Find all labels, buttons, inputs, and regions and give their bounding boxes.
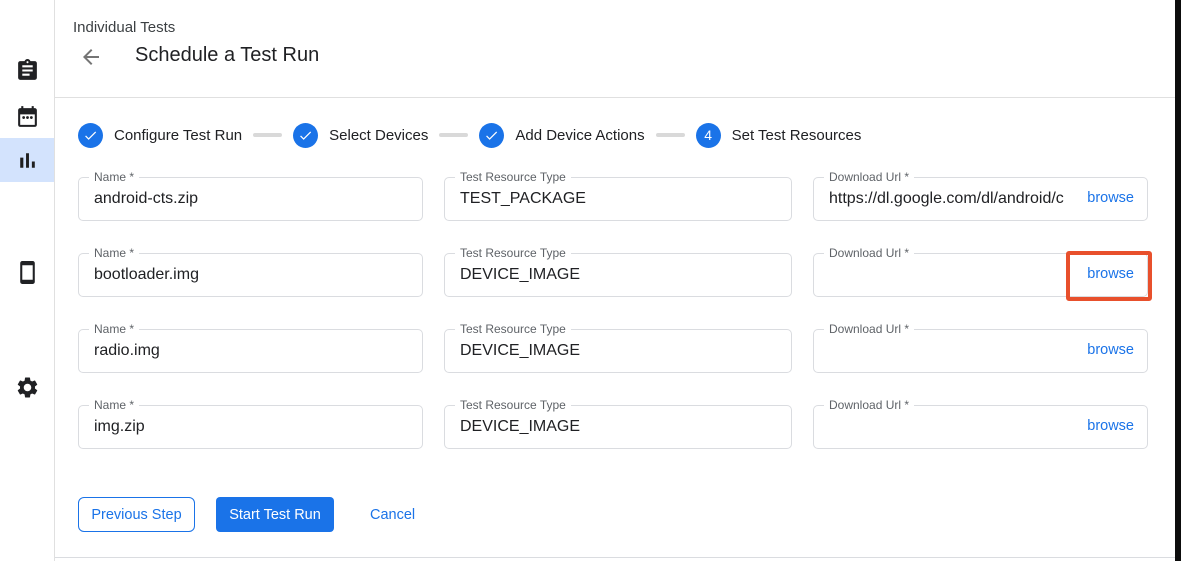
smartphone-icon (15, 260, 40, 285)
field-value: DEVICE_IMAGE (460, 406, 580, 447)
step-set-test-resources[interactable]: 4 Set Test Resources (696, 123, 862, 148)
header-divider (55, 97, 1181, 98)
step-label: Select Devices (329, 127, 428, 144)
field-value: DEVICE_IMAGE (460, 254, 580, 295)
browse-link[interactable]: browse (1087, 330, 1134, 371)
field-value: TEST_PACKAGE (460, 178, 586, 219)
download-url-field[interactable]: Download Url * https://dl.google.com/dl/… (813, 177, 1148, 221)
name-field[interactable]: Name * img.zip (78, 405, 423, 449)
cancel-button[interactable]: Cancel (370, 497, 415, 532)
sidebar-item-devices[interactable] (0, 250, 54, 294)
content-bottom-divider (55, 557, 1181, 558)
step-connector (253, 133, 282, 137)
step-connector (439, 133, 468, 137)
test-resource-type-field[interactable]: Test Resource Type DEVICE_IMAGE (444, 253, 792, 297)
step-add-device-actions[interactable]: Add Device Actions (479, 123, 644, 148)
field-label: Download Url * (824, 398, 914, 413)
step-label: Add Device Actions (515, 127, 644, 144)
field-label: Download Url * (824, 246, 914, 261)
step-complete-check-icon (293, 123, 318, 148)
sidebar-item-tests[interactable] (0, 48, 54, 92)
sidebar (0, 0, 55, 561)
field-value: DEVICE_IMAGE (460, 330, 580, 371)
test-resource-type-field[interactable]: Test Resource Type DEVICE_IMAGE (444, 405, 792, 449)
download-url-field[interactable]: Download Url * browse (813, 253, 1148, 297)
field-value: radio.img (94, 330, 160, 371)
step-label: Configure Test Run (114, 127, 242, 144)
field-value: https://dl.google.com/dl/android/c (829, 178, 1064, 219)
browse-link[interactable]: browse (1087, 406, 1134, 447)
test-resources-form: Name * android-cts.zip Test Resource Typ… (78, 177, 1148, 449)
field-label: Download Url * (824, 322, 914, 337)
field-value: img.zip (94, 406, 145, 447)
sidebar-item-settings[interactable] (0, 365, 54, 409)
test-resource-type-field[interactable]: Test Resource Type TEST_PACKAGE (444, 177, 792, 221)
sidebar-item-test-plans[interactable] (0, 94, 54, 138)
previous-step-button[interactable]: Previous Step (78, 497, 195, 532)
step-complete-check-icon (78, 123, 103, 148)
page-title: Schedule a Test Run (135, 44, 319, 67)
name-field[interactable]: Name * bootloader.img (78, 253, 423, 297)
bar-chart-icon (15, 148, 40, 173)
start-test-run-button[interactable]: Start Test Run (216, 497, 334, 532)
browse-link[interactable]: browse (1087, 178, 1134, 219)
step-number-badge: 4 (696, 123, 721, 148)
sidebar-item-test-runs[interactable] (0, 138, 54, 182)
field-value: android-cts.zip (94, 178, 198, 219)
calendar-icon (15, 104, 40, 129)
step-label: Set Test Resources (732, 127, 862, 144)
field-value: bootloader.img (94, 254, 199, 295)
action-bar: Previous Step Start Test Run Cancel (78, 497, 415, 532)
clipboard-icon (15, 58, 40, 83)
name-field[interactable]: Name * radio.img (78, 329, 423, 373)
step-connector (656, 133, 685, 137)
step-configure-test-run[interactable]: Configure Test Run (78, 123, 242, 148)
gear-icon (15, 375, 40, 400)
test-resource-type-field[interactable]: Test Resource Type DEVICE_IMAGE (444, 329, 792, 373)
window-edge (1175, 0, 1181, 561)
breadcrumb: Individual Tests (73, 19, 175, 36)
back-arrow-icon[interactable] (79, 45, 103, 69)
stepper: Configure Test Run Select Devices Add De… (78, 122, 861, 148)
name-field[interactable]: Name * android-cts.zip (78, 177, 423, 221)
step-select-devices[interactable]: Select Devices (293, 123, 428, 148)
download-url-field[interactable]: Download Url * browse (813, 329, 1148, 373)
download-url-field[interactable]: Download Url * browse (813, 405, 1148, 449)
browse-link[interactable]: browse (1087, 254, 1134, 295)
step-complete-check-icon (479, 123, 504, 148)
